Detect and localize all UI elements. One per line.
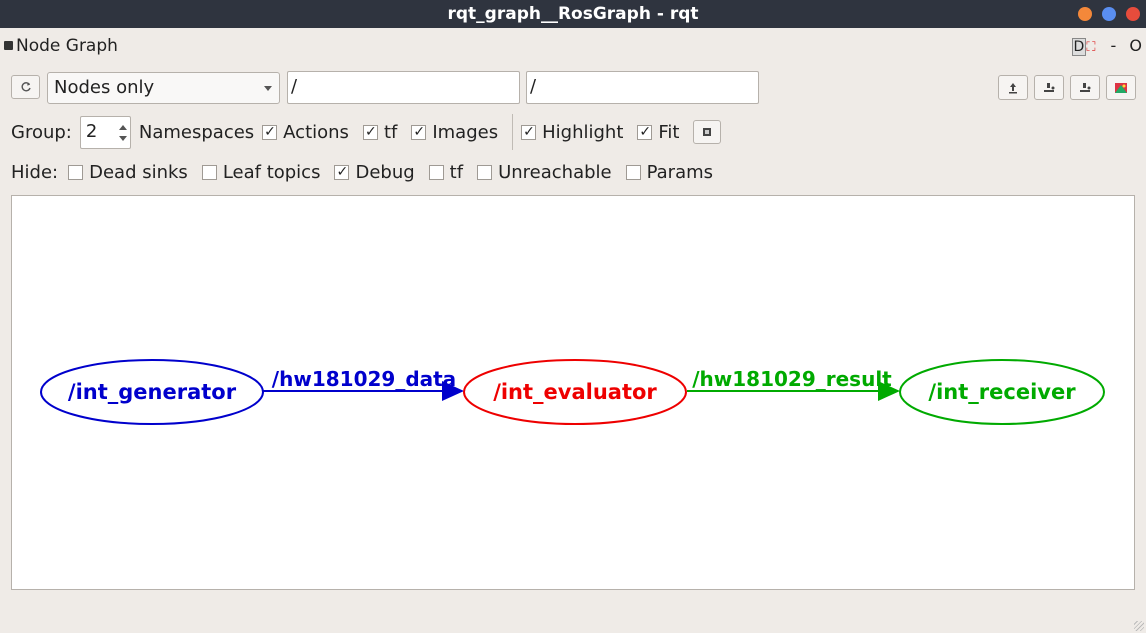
node-label-int-receiver: /int_receiver bbox=[928, 380, 1076, 404]
hide-debug-check[interactable] bbox=[334, 164, 350, 180]
dock-header: Node Graph D ⛶ - O bbox=[0, 34, 1146, 58]
dock-debug-button[interactable]: D bbox=[1071, 38, 1087, 56]
fit-label: Fit bbox=[658, 121, 680, 143]
chevron-down-icon bbox=[264, 86, 272, 91]
minimize-button[interactable] bbox=[1078, 7, 1092, 21]
dock-minimize-button[interactable]: - bbox=[1111, 36, 1117, 55]
load-graph-button[interactable] bbox=[998, 75, 1028, 100]
namespaces-label: Namespaces bbox=[138, 121, 255, 143]
hide-leaf-topics-check[interactable] bbox=[201, 164, 217, 180]
highlight-check-icon[interactable] bbox=[521, 124, 537, 140]
edge-label-result[interactable]: /hw181029_result bbox=[692, 367, 892, 391]
tf-group-checkbox[interactable]: tf bbox=[362, 121, 398, 143]
group-options-row: Group: 2 Namespaces Actions tf Images Hi… bbox=[11, 114, 722, 150]
node-filter-input[interactable]: / bbox=[287, 71, 520, 104]
highlight-checkbox[interactable]: Highlight bbox=[521, 122, 623, 143]
topic-filter-input[interactable]: / bbox=[526, 71, 759, 104]
close-button[interactable] bbox=[1126, 7, 1140, 21]
save-dot-icon bbox=[1044, 82, 1055, 92]
hide-debug-label: Debug bbox=[355, 161, 415, 183]
hide-unreachable-label: Unreachable bbox=[498, 161, 612, 183]
images-check-icon[interactable] bbox=[411, 124, 427, 140]
hide-dead-sinks-label: Dead sinks bbox=[89, 161, 188, 183]
fit-checkbox[interactable]: Fit bbox=[637, 122, 679, 143]
maximize-button[interactable] bbox=[1102, 7, 1116, 21]
graph-mode-value: Nodes only bbox=[54, 77, 155, 98]
resize-grip[interactable] bbox=[1134, 621, 1144, 631]
hide-leaf-topics-label: Leaf topics bbox=[222, 161, 321, 183]
group-label: Group: bbox=[11, 121, 72, 143]
images-label: Images bbox=[432, 121, 499, 143]
group-spinbox[interactable]: 2 bbox=[79, 115, 131, 149]
window-title: rqt_graph__RosGraph - rqt bbox=[447, 4, 699, 24]
hide-dead-sinks-checkbox[interactable]: Dead sinks bbox=[68, 162, 188, 183]
graph-canvas[interactable]: /hw181029_data /hw181029_result /int_gen… bbox=[11, 195, 1135, 590]
toolbar-separator bbox=[512, 114, 514, 150]
save-svg-icon bbox=[1080, 82, 1091, 92]
hide-unreachable-checkbox[interactable]: Unreachable bbox=[477, 162, 612, 183]
hide-label: Hide: bbox=[11, 161, 59, 183]
actions-checkbox[interactable]: Actions bbox=[262, 122, 349, 143]
actions-label: Actions bbox=[283, 121, 349, 143]
save-dot-button[interactable] bbox=[1034, 75, 1064, 100]
tf-group-label: tf bbox=[383, 121, 398, 143]
node-label-int-generator: /int_generator bbox=[68, 380, 237, 404]
dock-controls: D ⛶ - O bbox=[1068, 36, 1142, 56]
fit-check-icon[interactable] bbox=[637, 124, 653, 140]
hide-params-checkbox[interactable]: Params bbox=[625, 161, 714, 183]
load-icon bbox=[1009, 82, 1017, 93]
highlight-label: Highlight bbox=[542, 121, 624, 143]
graph-svg: /hw181029_data /hw181029_result /int_gen… bbox=[40, 359, 1105, 425]
images-checkbox[interactable]: Images bbox=[411, 122, 498, 143]
dock-float-icon[interactable]: ⛶ bbox=[1086, 40, 1095, 55]
hide-tf-label: tf bbox=[449, 161, 464, 183]
hide-tf-checkbox[interactable]: tf bbox=[428, 161, 464, 183]
hide-params-label: Params bbox=[646, 161, 714, 183]
node-label-int-evaluator: /int_evaluator bbox=[493, 380, 657, 404]
actions-check-icon[interactable] bbox=[262, 124, 278, 140]
refresh-icon bbox=[21, 82, 31, 92]
tf-group-check-icon[interactable] bbox=[362, 124, 378, 140]
hide-tf-check[interactable] bbox=[428, 164, 444, 180]
spin-down-icon[interactable] bbox=[118, 135, 127, 141]
save-svg-button[interactable] bbox=[1070, 75, 1100, 100]
dock-icon bbox=[4, 41, 13, 50]
dock-close-button[interactable]: O bbox=[1129, 36, 1142, 55]
hide-leaf-topics-checkbox[interactable]: Leaf topics bbox=[201, 161, 321, 183]
group-value: 2 bbox=[85, 120, 98, 142]
spin-up-icon[interactable] bbox=[118, 124, 127, 130]
hide-debug-checkbox[interactable]: Debug bbox=[334, 161, 415, 183]
dock-title: Node Graph bbox=[16, 36, 118, 56]
hide-options-row: Hide: Dead sinks Leaf topics Debug tf Un… bbox=[11, 158, 727, 186]
graph-mode-select[interactable]: Nodes only bbox=[47, 72, 280, 104]
refresh-button[interactable] bbox=[11, 75, 40, 99]
fit-in-view-button[interactable] bbox=[693, 120, 722, 144]
save-image-button[interactable] bbox=[1106, 75, 1136, 100]
screenshot-icon bbox=[1115, 82, 1127, 93]
window-titlebar: rqt_graph__RosGraph - rqt bbox=[0, 0, 1146, 28]
edge-label-data[interactable]: /hw181029_data bbox=[272, 367, 456, 391]
hide-unreachable-check[interactable] bbox=[477, 164, 493, 180]
hide-dead-sinks-check[interactable] bbox=[68, 164, 84, 180]
fit-view-icon bbox=[703, 128, 712, 136]
hide-params-check[interactable] bbox=[625, 164, 641, 180]
